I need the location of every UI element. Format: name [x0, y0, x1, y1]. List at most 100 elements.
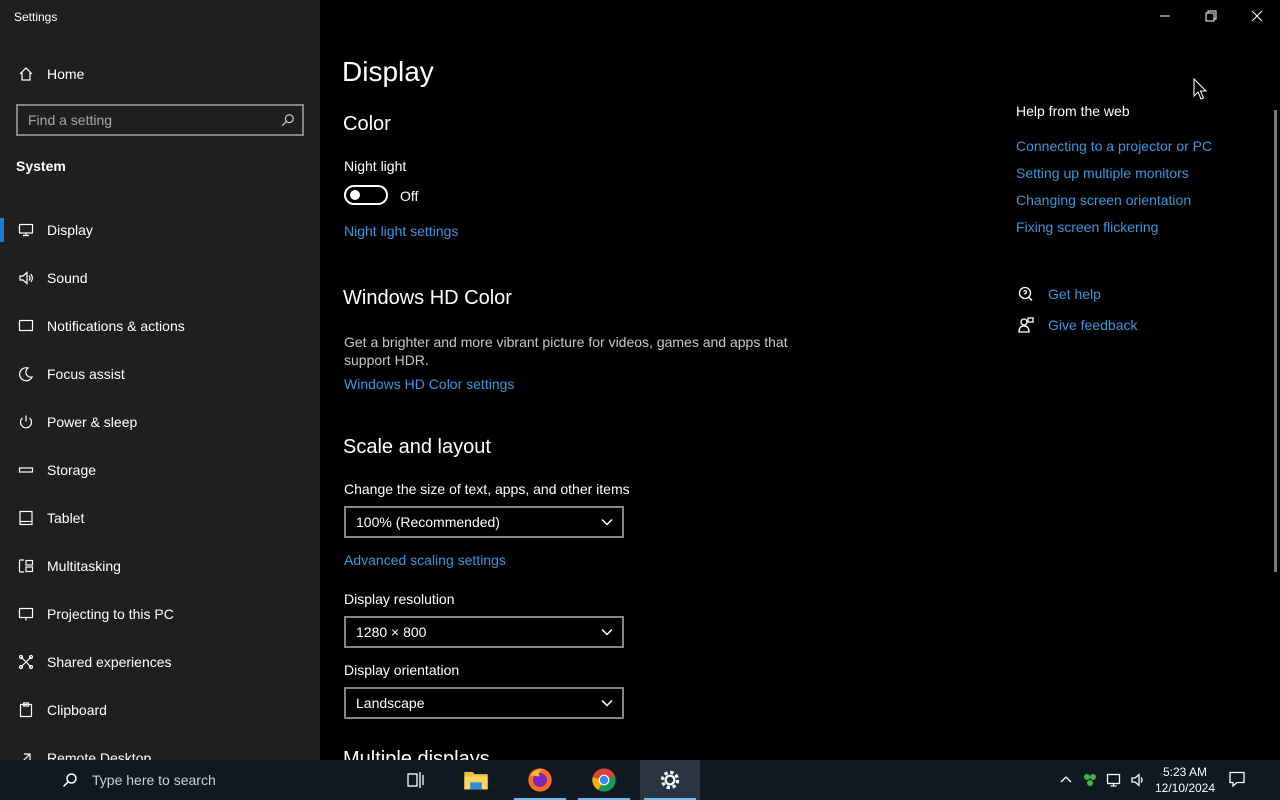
get-help-link[interactable]: Get help [1016, 284, 1101, 304]
sidebar-item-notifications[interactable]: Notifications & actions [0, 302, 320, 350]
firefox-taskbar-button[interactable] [510, 760, 570, 800]
find-setting-search-box[interactable] [16, 104, 304, 136]
hd-color-description: Get a brighter and more vibrant picture … [344, 334, 788, 368]
scrollbar[interactable] [1274, 110, 1277, 572]
page-title: Display [342, 56, 434, 87]
sidebar-item-sound[interactable]: Sound [0, 254, 320, 302]
scale-dropdown[interactable]: 100% (Recommended) [344, 506, 624, 538]
help-link-screen-flickering[interactable]: Fixing screen flickering [1016, 219, 1158, 235]
sidebar-item-focus-assist[interactable]: Focus assist [0, 350, 320, 398]
section-label: System [16, 158, 66, 174]
chat-help-icon [1016, 284, 1036, 304]
firefox-icon [528, 768, 552, 792]
chrome-taskbar-button[interactable] [574, 760, 634, 800]
close-button[interactable] [1234, 0, 1280, 32]
orientation-dropdown[interactable]: Landscape [344, 687, 624, 719]
power-icon [16, 412, 36, 432]
resolution-dropdown-value: 1280 × 800 [356, 624, 427, 640]
gear-icon [660, 770, 680, 790]
volume-icon[interactable] [1130, 772, 1146, 788]
help-link-multiple-monitors[interactable]: Setting up multiple monitors [1016, 165, 1189, 181]
remote-desktop-icon [16, 748, 36, 760]
minimize-button[interactable] [1142, 0, 1188, 32]
advanced-scaling-link[interactable]: Advanced scaling settings [344, 552, 506, 568]
sidebar-item-storage[interactable]: Storage [0, 446, 320, 494]
mouse-cursor-icon [1193, 78, 1208, 100]
main-content: Display Color Night light Off Night ligh… [320, 0, 1280, 760]
settings-taskbar-button[interactable] [640, 760, 700, 800]
resolution-label: Display resolution [344, 591, 455, 607]
sidebar-item-label: Display [47, 222, 93, 238]
home-nav-item[interactable]: Home [0, 58, 320, 90]
tray-app-icon[interactable] [1082, 772, 1098, 788]
notification-icon [16, 316, 36, 336]
file-explorer-icon [464, 771, 488, 790]
sidebar-item-label: Clipboard [47, 702, 107, 718]
moon-icon [16, 364, 36, 384]
task-view-icon [407, 772, 424, 788]
search-icon [62, 773, 77, 788]
give-feedback-link[interactable]: Give feedback [1016, 315, 1138, 335]
home-icon [16, 64, 36, 84]
chevron-down-icon [600, 696, 614, 710]
sidebar-item-display[interactable]: Display [0, 206, 320, 254]
sidebar-item-label: Multitasking [47, 558, 121, 574]
file-explorer-taskbar-button[interactable] [446, 760, 506, 800]
chevron-up-icon[interactable] [1058, 772, 1074, 788]
action-center-button[interactable] [1228, 770, 1252, 790]
sidebar-item-label: Power & sleep [47, 414, 138, 430]
night-light-toggle[interactable] [344, 185, 388, 205]
scale-layout-heading: Scale and layout [343, 436, 491, 458]
sidebar-item-label: Remote Desktop [47, 750, 152, 760]
taskbar-search[interactable]: Type here to search [48, 760, 388, 800]
sidebar-nav-list: Display Sound Notifications & actions Fo… [0, 206, 320, 760]
start-button[interactable] [0, 760, 40, 800]
night-light-settings-link[interactable]: Night light settings [344, 223, 458, 239]
sidebar-item-shared-experiences[interactable]: Shared experiences [0, 638, 320, 686]
sidebar-item-tablet[interactable]: Tablet [0, 494, 320, 542]
find-setting-input[interactable] [18, 106, 274, 134]
help-link-screen-orientation[interactable]: Changing screen orientation [1016, 192, 1191, 208]
hd-color-heading: Windows HD Color [343, 287, 512, 309]
multitasking-icon [16, 556, 36, 576]
network-icon[interactable] [1106, 772, 1122, 788]
task-view-button[interactable] [386, 760, 446, 800]
help-link-projector[interactable]: Connecting to a projector or PC [1016, 138, 1212, 154]
color-heading: Color [343, 113, 391, 135]
sidebar-item-clipboard[interactable]: Clipboard [0, 686, 320, 734]
app-title: Settings [14, 10, 58, 24]
taskbar-search-placeholder: Type here to search [92, 772, 216, 788]
scale-dropdown-value: 100% (Recommended) [356, 514, 500, 530]
monitor-icon [16, 220, 36, 240]
feedback-icon [1016, 315, 1036, 335]
sidebar-item-label: Shared experiences [47, 654, 172, 670]
restore-icon [1205, 10, 1217, 22]
sidebar-item-label: Notifications & actions [47, 318, 185, 334]
projecting-icon [16, 604, 36, 624]
resolution-dropdown[interactable]: 1280 × 800 [344, 616, 624, 648]
taskbar-clock[interactable]: 5:23 AM 12/10/2024 [1146, 764, 1224, 796]
shared-experiences-icon [16, 652, 36, 672]
hd-color-settings-link[interactable]: Windows HD Color settings [344, 376, 514, 392]
sidebar-item-multitasking[interactable]: Multitasking [0, 542, 320, 590]
sidebar-item-label: Projecting to this PC [47, 606, 174, 622]
sidebar-item-label: Sound [47, 270, 88, 286]
sidebar-item-remote-desktop[interactable]: Remote Desktop [0, 734, 320, 760]
sidebar-item-projecting[interactable]: Projecting to this PC [0, 590, 320, 638]
sidebar-item-label: Tablet [47, 510, 85, 526]
home-label: Home [47, 66, 85, 82]
sidebar-item-label: Focus assist [47, 366, 125, 382]
search-icon[interactable] [274, 113, 302, 127]
restore-button[interactable] [1188, 0, 1234, 32]
chevron-down-icon [600, 515, 614, 529]
notification-icon [1229, 771, 1245, 788]
clock-time: 5:23 AM [1162, 765, 1208, 779]
minimize-icon [1160, 15, 1170, 17]
sidebar-item-power-sleep[interactable]: Power & sleep [0, 398, 320, 446]
clipboard-icon [16, 700, 36, 720]
clock-date: 12/10/2024 [1154, 781, 1216, 795]
tablet-icon [16, 508, 36, 528]
speaker-icon [16, 268, 36, 288]
taskbar: Type here to search 5:23 AM 12/10/2024 [0, 760, 1280, 800]
size-label: Change the size of text, apps, and other… [344, 481, 630, 497]
